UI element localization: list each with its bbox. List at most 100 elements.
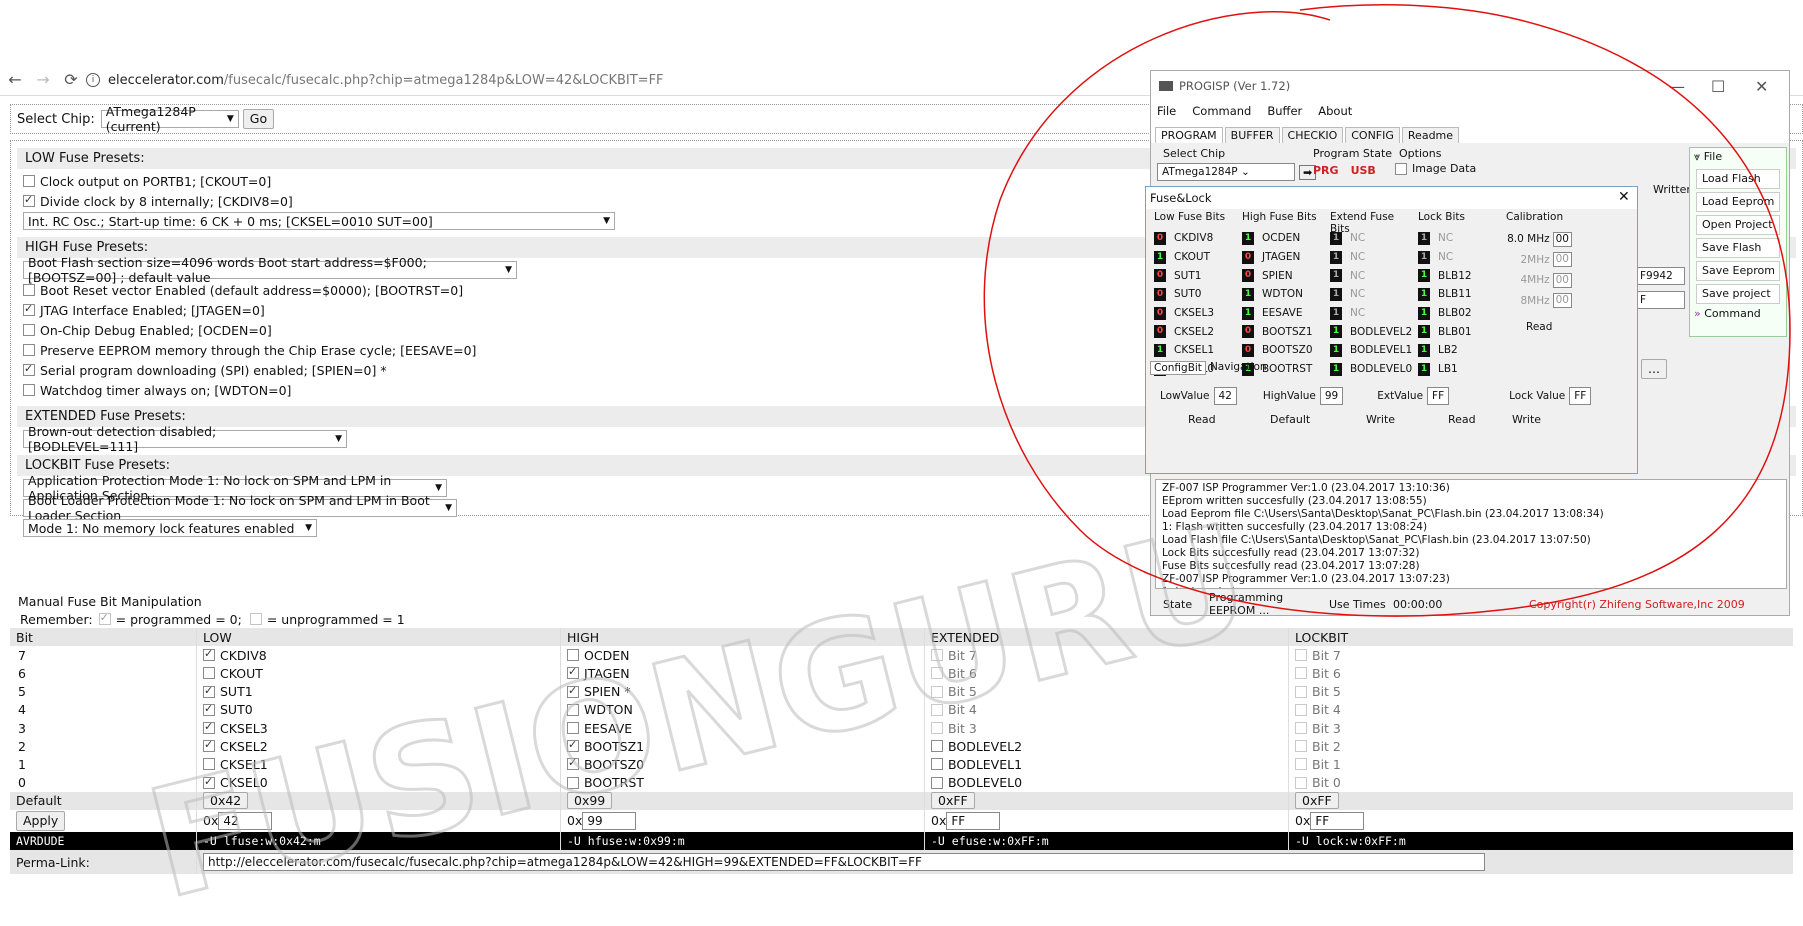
bit-value-box[interactable]: 0 bbox=[1154, 269, 1166, 283]
fuse-bit-cell[interactable]: Bit 3 bbox=[1288, 718, 1793, 738]
fuse-bit-checkbox[interactable] bbox=[567, 776, 579, 789]
calibration-value[interactable]: 00 bbox=[1552, 252, 1572, 268]
fuse-bit-checkbox[interactable] bbox=[931, 649, 943, 662]
tab-navigation[interactable]: Navigation bbox=[1210, 361, 1267, 375]
image-data-checkbox[interactable] bbox=[1395, 162, 1407, 175]
default-value-button[interactable]: 0x99 bbox=[567, 792, 613, 810]
bit-value-box[interactable]: 1 bbox=[1418, 287, 1430, 301]
bit-value-box[interactable]: 1 bbox=[1330, 250, 1342, 264]
fuse-bit-checkbox[interactable] bbox=[567, 738, 579, 753]
bit-value-box[interactable]: 1 bbox=[1242, 306, 1254, 320]
eesave-checkbox[interactable] bbox=[23, 344, 35, 356]
fuse-bit-cell[interactable]: CKSEL3 bbox=[196, 718, 560, 738]
permalink-input[interactable]: http://eleccelerator.com/fusecalc/fuseca… bbox=[203, 853, 1485, 872]
fuse-bit-checkbox[interactable] bbox=[203, 667, 215, 680]
file-action-button[interactable]: Open Project bbox=[1696, 215, 1780, 235]
calibration-read-button[interactable]: Read bbox=[1526, 321, 1552, 333]
fuse-bit-row[interactable]: 1 BODLEVEL0 bbox=[1326, 360, 1414, 379]
forward-button[interactable]: → bbox=[30, 67, 56, 93]
fuse-bit-checkbox[interactable] bbox=[203, 775, 215, 789]
fuse-bit-cell[interactable]: BOOTSZ1 bbox=[560, 737, 924, 756]
fuse-bit-row[interactable]: 0 SUT1 bbox=[1150, 266, 1238, 285]
fuse-bit-checkbox[interactable] bbox=[203, 647, 215, 662]
fuse-bit-row[interactable]: 1 NC bbox=[1326, 285, 1414, 304]
fuse-bit-row[interactable]: 0 SUT0 bbox=[1150, 285, 1238, 304]
fuse-bit-checkbox[interactable] bbox=[931, 776, 943, 789]
bit-value-box[interactable]: 1 bbox=[1418, 362, 1430, 376]
fuse-bit-row[interactable]: 0 BOOTSZ0 bbox=[1238, 341, 1326, 360]
fuse-bit-checkbox[interactable] bbox=[203, 738, 215, 753]
bit-value-box[interactable]: 1 bbox=[1418, 269, 1430, 283]
bod-select[interactable]: Brown-out detection disabled; [BODLEVEL=… bbox=[23, 424, 347, 454]
bit-value-box[interactable]: 1 bbox=[1330, 343, 1342, 357]
menu-item[interactable]: Buffer bbox=[1267, 104, 1302, 118]
default-value-button[interactable]: 0x42 bbox=[203, 792, 249, 810]
fuse-bit-checkbox[interactable] bbox=[567, 756, 579, 771]
bit-value-box[interactable]: 1 bbox=[1242, 287, 1254, 301]
fuse-bit-row[interactable]: 0 CKSEL3 bbox=[1150, 304, 1238, 323]
calibration-value[interactable]: 00 bbox=[1552, 272, 1572, 288]
bit-value-box[interactable]: 1 bbox=[1418, 231, 1430, 245]
progisp-tab[interactable]: PROGRAM bbox=[1155, 127, 1223, 143]
fuse-bit-row[interactable]: 1 NC bbox=[1414, 229, 1502, 248]
back-button[interactable]: ← bbox=[2, 67, 28, 93]
file-action-button[interactable]: Save Flash bbox=[1696, 238, 1780, 258]
fuse-write-button[interactable]: Write bbox=[1366, 413, 1395, 426]
fuse-bit-checkbox[interactable] bbox=[931, 740, 943, 753]
bit-value-box[interactable]: 1 bbox=[1330, 362, 1342, 376]
reload-button[interactable]: ⟳ bbox=[58, 67, 84, 93]
bit-value-box[interactable]: 1 bbox=[1330, 231, 1342, 245]
fuse-bit-row[interactable]: 1 NC bbox=[1414, 248, 1502, 267]
address-bar[interactable]: i eleccelerator.com/fusecalc/fusecalc.ph… bbox=[86, 67, 1146, 93]
fuse-bit-cell[interactable]: CKSEL1 bbox=[196, 755, 560, 774]
maximize-icon[interactable]: ☐ bbox=[1711, 77, 1725, 96]
fuse-value-input[interactable]: FF bbox=[1310, 811, 1365, 830]
clock-select[interactable]: Int. RC Osc.; Start-up time: 6 CK + 0 ms… bbox=[23, 212, 615, 230]
lock-write-button[interactable]: Write bbox=[1512, 413, 1541, 426]
fuse-bit-checkbox[interactable] bbox=[567, 684, 579, 698]
fuse-bit-row[interactable]: 1 NC bbox=[1326, 304, 1414, 323]
fuse-bit-cell[interactable]: Bit 6 bbox=[924, 664, 1288, 683]
fuse-bit-cell[interactable]: CKSEL2 bbox=[196, 737, 560, 756]
low-value-field[interactable]: 42 bbox=[1213, 387, 1237, 405]
fuse-read-button[interactable]: Read bbox=[1188, 413, 1216, 426]
bit-value-box[interactable]: 1 bbox=[1330, 269, 1342, 283]
fuse-bit-cell[interactable]: CKOUT bbox=[196, 664, 560, 683]
fuse-bit-cell[interactable]: CKDIV8 bbox=[196, 646, 560, 665]
progisp-chip-select[interactable]: ATmega1284P ⌄ bbox=[1157, 163, 1295, 181]
menu-item[interactable]: Command bbox=[1192, 104, 1251, 118]
bit-value-box[interactable]: 0 bbox=[1154, 287, 1166, 301]
calibration-value[interactable]: 00 bbox=[1552, 293, 1572, 309]
fuse-bit-cell[interactable]: Bit 5 bbox=[1288, 682, 1793, 701]
fuse-bit-cell[interactable]: BOOTSZ0 bbox=[560, 755, 924, 774]
bit-value-box[interactable]: 1 bbox=[1418, 343, 1430, 357]
lock-read-button[interactable]: Read bbox=[1448, 413, 1476, 426]
command-header[interactable]: » Command bbox=[1690, 307, 1786, 320]
jtag-checkbox[interactable] bbox=[23, 302, 35, 316]
fuse-bit-checkbox[interactable] bbox=[1295, 667, 1307, 680]
bit-value-box[interactable]: 0 bbox=[1154, 231, 1166, 245]
ckdiv8-checkbox[interactable] bbox=[23, 193, 35, 207]
progisp-tab[interactable]: CHECKIO bbox=[1281, 127, 1344, 143]
fuse-bit-row[interactable]: 1 BLB01 bbox=[1414, 322, 1502, 341]
fuse-bit-checkbox[interactable] bbox=[931, 685, 943, 698]
default-value-button[interactable]: 0xFF bbox=[931, 792, 975, 810]
fuse-bit-checkbox[interactable] bbox=[203, 758, 215, 771]
fuse-bit-cell[interactable]: SUT0 bbox=[196, 700, 560, 719]
fuse-default-button[interactable]: Default bbox=[1270, 413, 1310, 426]
bit-value-box[interactable]: 1 bbox=[1418, 325, 1430, 339]
bit-value-box[interactable]: 1 bbox=[1154, 250, 1166, 264]
fuse-bit-checkbox[interactable] bbox=[203, 702, 215, 716]
bit-value-box[interactable]: 0 bbox=[1242, 343, 1254, 357]
fuse-bit-cell[interactable]: Bit 3 bbox=[924, 718, 1288, 738]
fuse-bit-row[interactable]: 1 NC bbox=[1326, 248, 1414, 267]
file-action-button[interactable]: Load Eeprom bbox=[1696, 192, 1780, 212]
fuse-bit-cell[interactable]: Bit 7 bbox=[924, 646, 1288, 665]
fuse-bit-row[interactable]: 1 BLB11 bbox=[1414, 285, 1502, 304]
fuse-bit-row[interactable]: 1 BODLEVEL1 bbox=[1326, 341, 1414, 360]
fuse-bit-row[interactable]: 1 NC bbox=[1326, 266, 1414, 285]
high-value-field[interactable]: 99 bbox=[1319, 387, 1344, 405]
fuse-bit-checkbox[interactable] bbox=[931, 667, 943, 680]
fuse-bit-cell[interactable]: Bit 0 bbox=[1288, 773, 1793, 792]
fuse-bit-cell[interactable]: Bit 5 bbox=[924, 682, 1288, 701]
